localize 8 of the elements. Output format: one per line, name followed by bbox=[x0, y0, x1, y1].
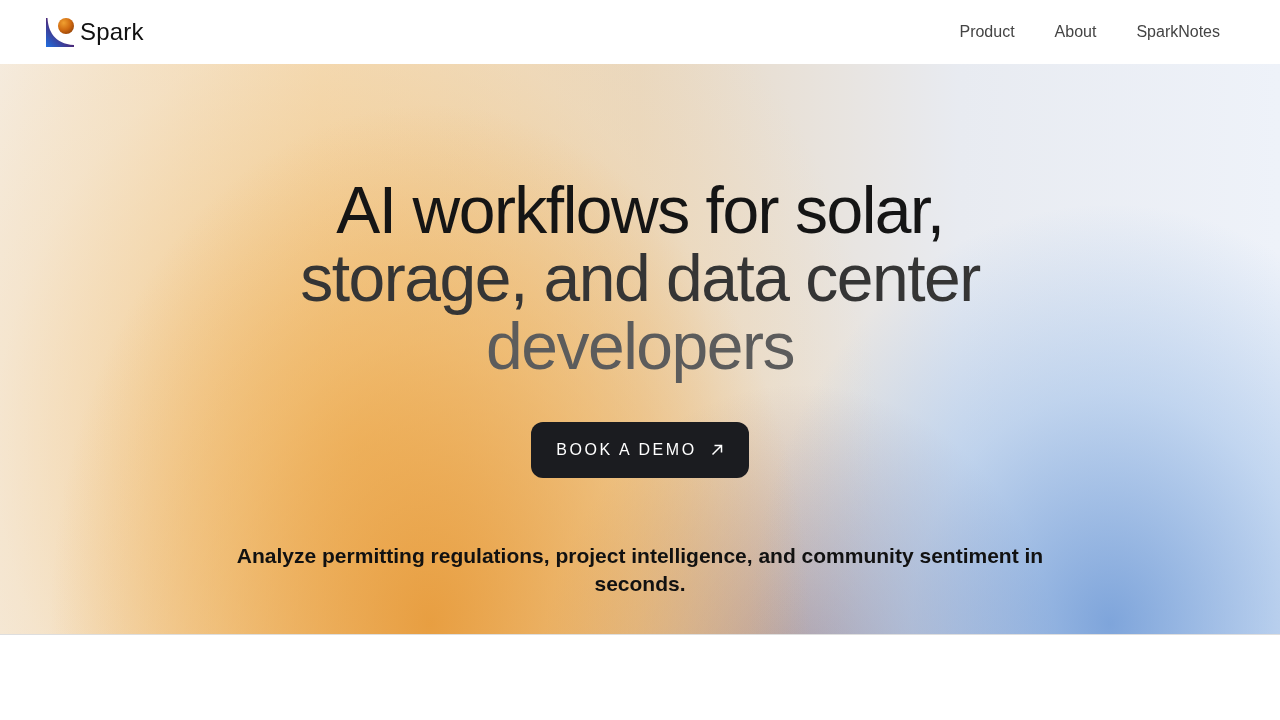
hero-subtitle: Analyze permitting regulations, project intelligence, and community sentiment in seconds. bbox=[235, 543, 1045, 597]
arrow-up-right-icon bbox=[710, 444, 723, 456]
nav-link[interactable]: About bbox=[1054, 23, 1097, 41]
nav-link[interactable]: Product bbox=[959, 23, 1015, 41]
brand-name[interactable]: Spark bbox=[80, 18, 144, 46]
logo-icon bbox=[46, 17, 74, 47]
nav-link[interactable]: SparkNotes bbox=[1136, 23, 1220, 41]
book-demo-button[interactable]: BOOK A DEMO bbox=[531, 422, 749, 478]
